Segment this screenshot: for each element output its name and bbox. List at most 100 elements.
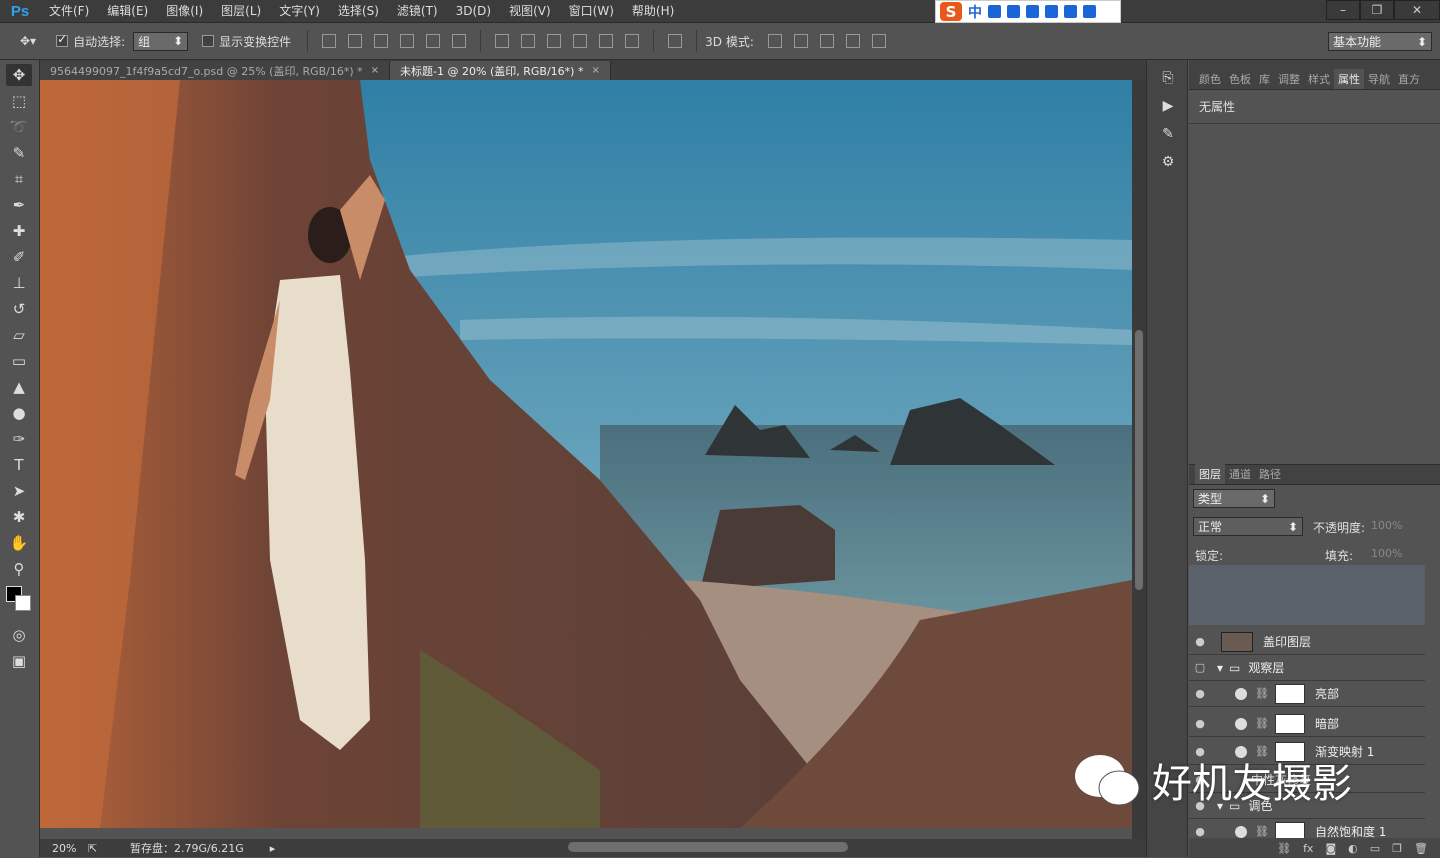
type-tool-icon[interactable]: T: [6, 454, 32, 476]
chain-icon[interactable]: ⛓: [1255, 687, 1269, 700]
align-right-icon[interactable]: [452, 34, 467, 48]
new-adjustment-icon[interactable]: ◐: [1348, 842, 1358, 855]
layer-name[interactable]: 观察层: [1248, 659, 1284, 676]
eyedropper-tool-icon[interactable]: ✒: [6, 194, 32, 216]
tab-layers[interactable]: 图层: [1195, 464, 1225, 484]
tab-document-1[interactable]: 9564499097_1f4f9a5cd7_o.psd @ 25% (盖印, R…: [40, 61, 391, 80]
auto-select-checkbox[interactable]: [56, 32, 69, 47]
clone-stamp-tool-icon[interactable]: ⊥: [6, 272, 32, 294]
menu-edit[interactable]: 编辑(E): [98, 0, 157, 23]
auto-select-dropdown[interactable]: 组 ⬍: [133, 31, 189, 51]
ime-lang[interactable]: 中: [968, 2, 982, 22]
tab-navigator[interactable]: 导航: [1364, 69, 1394, 89]
menu-3d[interactable]: 3D(D): [447, 0, 500, 23]
menu-window[interactable]: 窗口(W): [560, 0, 623, 23]
wrench-icon[interactable]: [1083, 5, 1096, 18]
tab-swatches[interactable]: 色板: [1225, 69, 1255, 89]
keyboard-icon[interactable]: [1026, 5, 1039, 18]
align-left-icon[interactable]: [400, 34, 415, 48]
horizontal-scroll-thumb[interactable]: [568, 842, 848, 852]
tab-paths[interactable]: 路径: [1255, 464, 1285, 484]
eraser-tool-icon[interactable]: ▱: [6, 324, 32, 346]
distribute-top-icon[interactable]: [495, 34, 510, 48]
new-layer-icon[interactable]: ❐: [1392, 842, 1402, 855]
add-mask-icon[interactable]: ◙: [1325, 842, 1336, 855]
rotate-3d-icon[interactable]: [767, 34, 782, 48]
shape-tool-icon[interactable]: ✱: [6, 506, 32, 528]
distribute-right-icon[interactable]: [625, 34, 640, 48]
menu-layer[interactable]: 图层(L): [212, 0, 270, 23]
close-icon[interactable]: ×: [591, 65, 599, 76]
menu-help[interactable]: 帮助(H): [623, 0, 683, 23]
distribute-bottom-icon[interactable]: [547, 34, 562, 48]
zoom-tool-icon[interactable]: ⚲: [6, 558, 32, 580]
minimize-icon[interactable]: –: [1326, 0, 1360, 20]
fx-icon[interactable]: fx: [1303, 842, 1313, 855]
blend-mode-dropdown[interactable]: 正常 ⬍: [1193, 517, 1303, 536]
align-top-icon[interactable]: [322, 34, 337, 48]
distribute-vcenter-icon[interactable]: [521, 34, 536, 48]
tab-channels[interactable]: 通道: [1225, 464, 1255, 484]
drag-3d-icon[interactable]: [819, 34, 834, 48]
screen-mode-icon[interactable]: ▣: [6, 650, 32, 672]
brush-tool-icon[interactable]: ✐: [6, 246, 32, 268]
tab-document-2[interactable]: 未标题-1 @ 20% (盖印, RGB/16*) * ×: [390, 61, 611, 80]
scroll-thumb[interactable]: [1135, 330, 1143, 590]
menu-select[interactable]: 选择(S): [329, 0, 388, 23]
marquee-tool-icon[interactable]: ⬚: [6, 90, 32, 112]
align-bottom-icon[interactable]: [374, 34, 389, 48]
layer-filter-dropdown[interactable]: 类型 ⬍: [1193, 489, 1275, 508]
export-icon[interactable]: ⇱: [88, 842, 130, 855]
mask-thumbnail[interactable]: [1274, 683, 1305, 704]
tab-properties[interactable]: 属性: [1334, 69, 1364, 89]
history-icon[interactable]: ⎘: [1157, 68, 1179, 88]
auto-align-icon[interactable]: [668, 34, 683, 48]
move-tool-icon[interactable]: ✥▾: [20, 34, 36, 48]
quick-select-tool-icon[interactable]: ✎: [6, 142, 32, 164]
path-select-tool-icon[interactable]: ➤: [6, 480, 32, 502]
collapse-arrow-icon[interactable]: ▾: [1217, 661, 1223, 675]
document-canvas[interactable]: [40, 80, 1132, 828]
lasso-tool-icon[interactable]: ➰: [6, 116, 32, 138]
zoom-level[interactable]: 20%: [40, 842, 88, 855]
tab-adjustments[interactable]: 调整: [1274, 69, 1304, 89]
actions-play-icon[interactable]: ▶: [1157, 96, 1179, 116]
close-icon[interactable]: ✕: [1394, 0, 1440, 20]
layer-name[interactable]: 亮部: [1315, 685, 1339, 702]
moon-icon[interactable]: [988, 5, 1001, 18]
layer-row[interactable]: ● ⛓ 亮部: [1189, 681, 1425, 707]
mask-thumbnail[interactable]: [1274, 713, 1305, 734]
tool-presets-icon[interactable]: ⚙: [1157, 152, 1179, 172]
menu-file[interactable]: 文件(F): [40, 0, 98, 23]
eye-icon[interactable]: ●: [1189, 825, 1211, 838]
visibility-box[interactable]: ▢: [1189, 661, 1211, 674]
dodge-tool-icon[interactable]: ●: [6, 402, 32, 424]
tab-color[interactable]: 颜色: [1195, 69, 1225, 89]
gradient-tool-icon[interactable]: ▭: [6, 350, 32, 372]
eye-icon[interactable]: ●: [1189, 635, 1211, 648]
layer-row[interactable]: ● 盖印图层: [1189, 629, 1425, 655]
distribute-hcenter-icon[interactable]: [599, 34, 614, 48]
restore-icon[interactable]: ❐: [1360, 0, 1394, 20]
show-transform-checkbox[interactable]: [202, 35, 215, 47]
color-swatches[interactable]: [6, 586, 36, 620]
layer-row[interactable]: ● ⛓ 暗部: [1189, 711, 1425, 737]
align-vcenter-icon[interactable]: [348, 34, 363, 48]
layer-group-row[interactable]: ▢ ▾ ▭ 观察层: [1189, 655, 1425, 681]
align-hcenter-icon[interactable]: [426, 34, 441, 48]
punctuation-icon[interactable]: [1007, 5, 1020, 18]
menu-image[interactable]: 图像(I): [157, 0, 212, 23]
eye-icon[interactable]: ●: [1189, 687, 1211, 700]
menu-view[interactable]: 视图(V): [500, 0, 560, 23]
close-icon[interactable]: ×: [371, 65, 379, 76]
status-arrow-icon[interactable]: ▸: [270, 842, 276, 855]
roll-3d-icon[interactable]: [793, 34, 808, 48]
hand-tool-icon[interactable]: ✋: [6, 532, 32, 554]
shirt-icon[interactable]: [1064, 5, 1077, 18]
history-brush-tool-icon[interactable]: ↺: [6, 298, 32, 320]
user-icon[interactable]: [1045, 5, 1058, 18]
tab-styles[interactable]: 样式: [1304, 69, 1334, 89]
layer-name[interactable]: 盖印图层: [1263, 633, 1311, 650]
background-color[interactable]: [15, 595, 31, 611]
tab-library[interactable]: 库: [1255, 69, 1274, 89]
